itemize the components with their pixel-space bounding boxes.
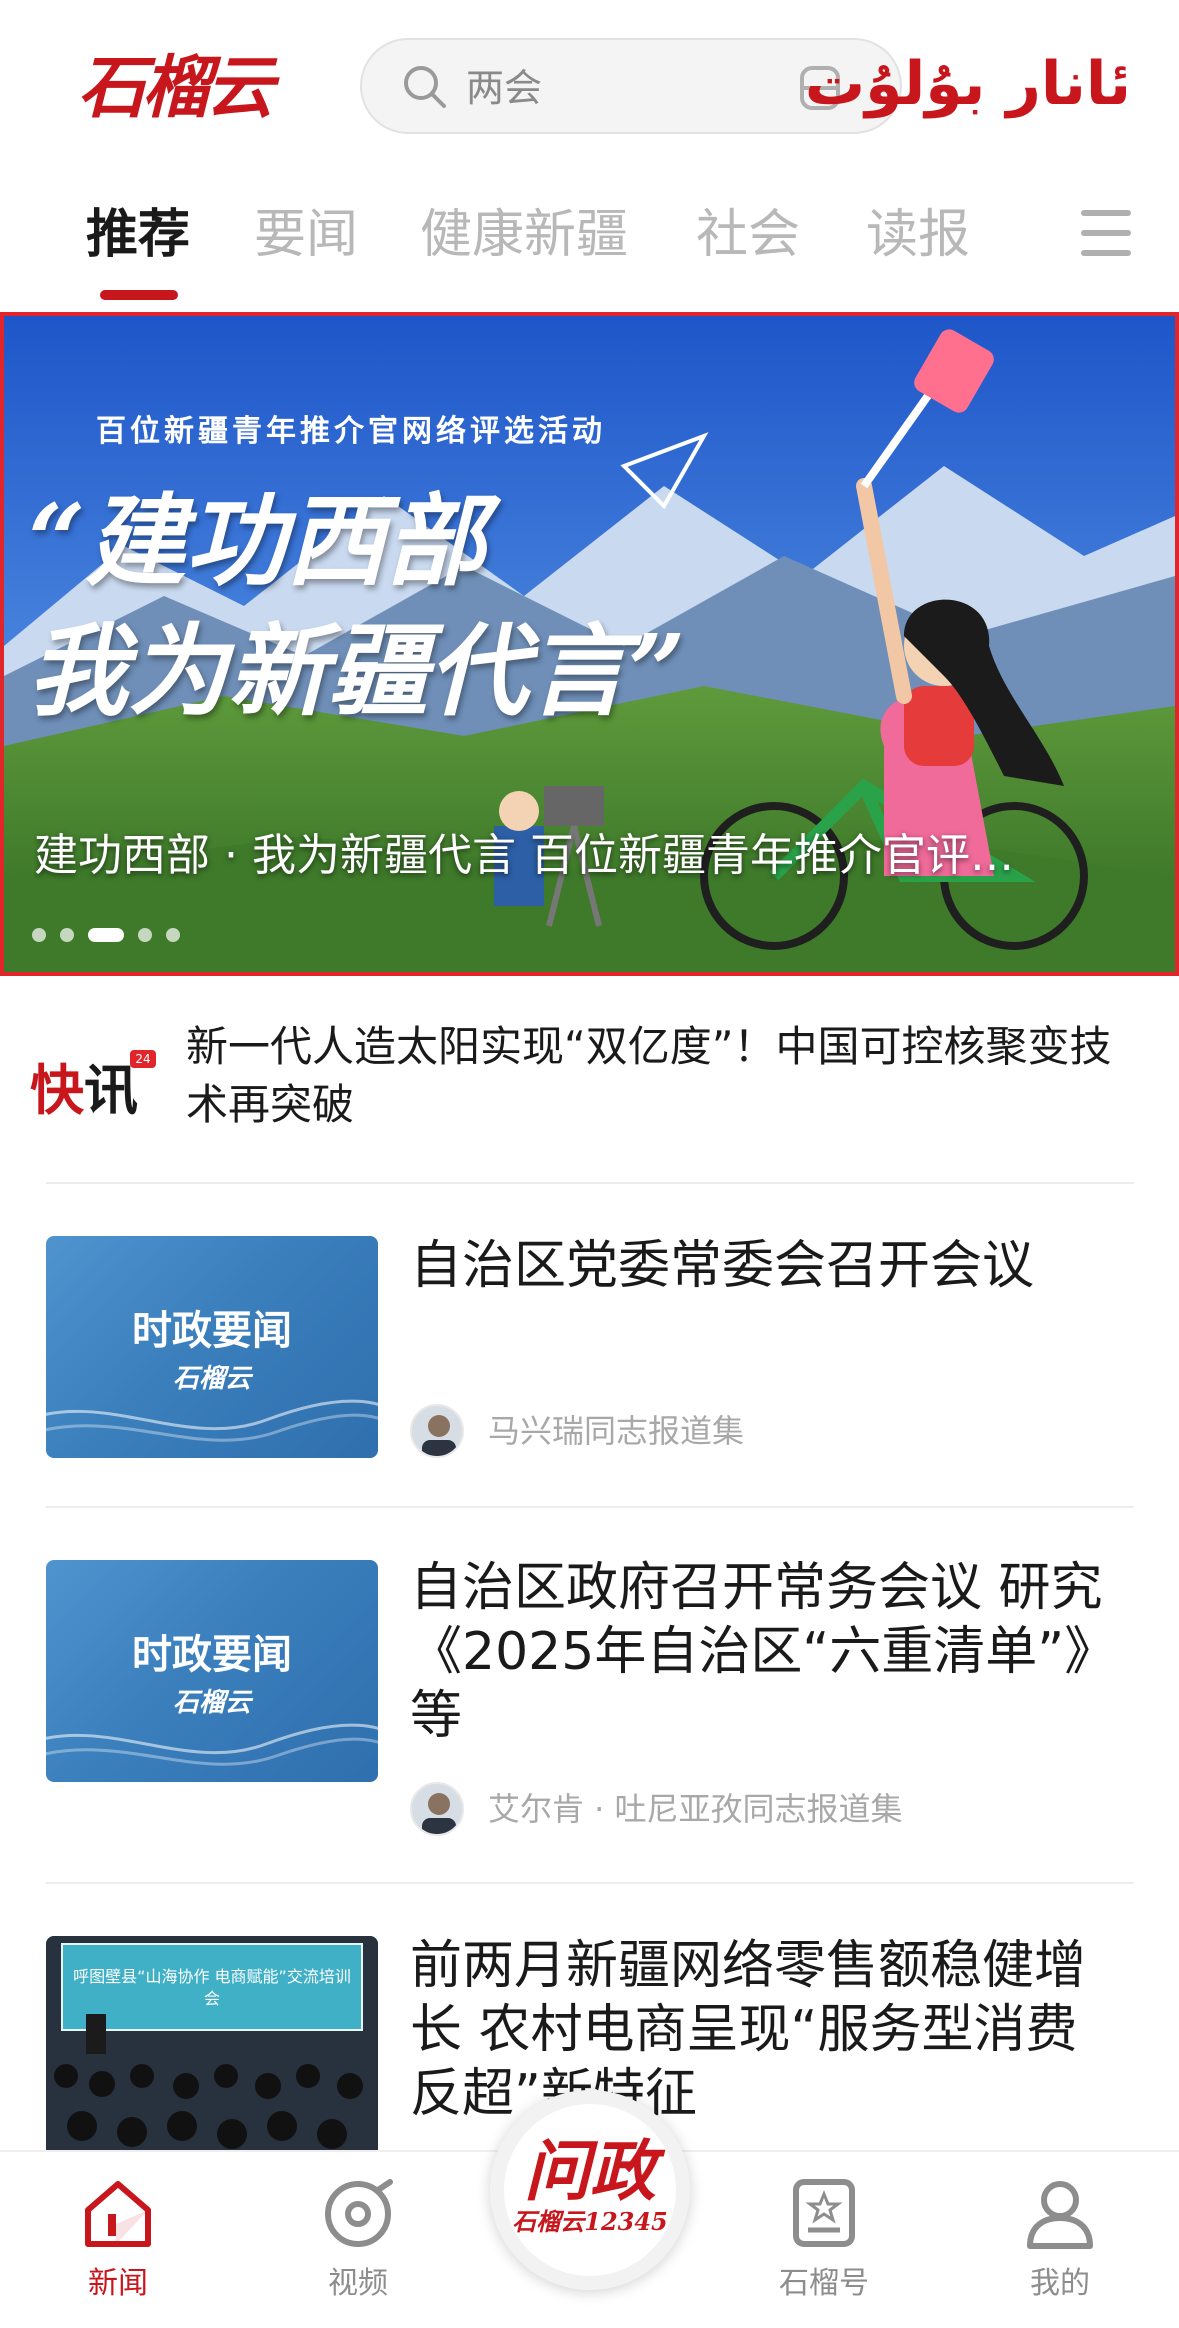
news-title[interactable]: 自治区党委常委会召开会议 (410, 1234, 1110, 1298)
nav-news[interactable]: 新闻 (48, 2162, 188, 2322)
uyghur-logo[interactable]: ئانار بۇلۇت (805, 34, 1131, 134)
avatar (410, 1782, 464, 1836)
app-logo-text: 石榴云 (78, 48, 274, 128)
channel-tabs: 推荐 要闻 健康新疆 社会 读报 (0, 180, 1179, 310)
nav-video[interactable]: 视频 (288, 2162, 428, 2322)
home-icon (85, 2181, 151, 2247)
channel-menu-icon[interactable] (1081, 202, 1139, 264)
thumbnail-title: 时政要闻 (132, 1631, 292, 1678)
tab-recommend[interactable]: 推荐 (86, 190, 190, 280)
thumbnail-title: 时政要闻 (132, 1307, 292, 1354)
thumbnail-logo: 石榴云 (172, 1364, 251, 1394)
video-icon (325, 2179, 393, 2247)
author-name: 马兴瑞同志报道集 (488, 1412, 745, 1450)
nav-shiliu-account[interactable]: 石榴号 (754, 2162, 894, 2322)
author-name: 艾尔肯 · 吐尼亚孜同志报道集 (488, 1790, 903, 1828)
thumbnail-logo: 石榴云 (172, 1688, 251, 1718)
active-tab-indicator (100, 290, 178, 300)
news-item[interactable]: 时政要闻 石榴云 自治区党委常委会召开会议 马兴瑞同志报道集 (0, 1210, 1179, 1500)
tab-newspaper[interactable]: 读报 (866, 190, 970, 280)
tab-society[interactable]: 社会 (696, 190, 800, 280)
nav-label: 视频 (328, 2266, 388, 2301)
news-thumbnail-photo: 呼图壁县“山海协作 电商赋能”交流培训会 (46, 1936, 378, 2158)
tab-headlines[interactable]: 要闻 (254, 190, 358, 280)
account-icon (793, 2179, 855, 2247)
center-button-title: 问政 (524, 2132, 656, 2210)
news-item[interactable]: 时政要闻 石榴云 自治区政府召开常务会议 研究《2025年自治区“六重清单”》等… (0, 1534, 1179, 1874)
news-thumbnail: 时政要闻 石榴云 (46, 1560, 378, 1782)
banner-headline-line2: 我为新疆代言” (28, 612, 686, 730)
tab-health-xinjiang[interactable]: 健康新疆 (420, 190, 628, 280)
search-placeholder: 两会 (466, 66, 543, 110)
news-title[interactable]: 自治区政府召开常务会议 研究《2025年自治区“六重清单”》等 (410, 1556, 1110, 1748)
center-button-subtitle: 石榴云12345 (512, 2207, 668, 2236)
avatar (410, 1404, 464, 1458)
carousel-dot[interactable] (138, 928, 152, 942)
user-icon (1027, 2181, 1093, 2249)
flash-label: 快讯 (30, 1059, 138, 1122)
flash-news[interactable]: 快讯 24 新一代人造太阳实现“双亿度”！中国可控核聚变技术再突破 (0, 976, 1179, 1186)
app-logo[interactable]: 石榴云 (78, 38, 278, 138)
carousel-dot[interactable] (32, 928, 46, 942)
nav-label: 我的 (1030, 2266, 1090, 2301)
app-header: 石榴云 两会 ئانار بۇلۇت (0, 0, 1179, 170)
nav-label: 石榴号 (779, 2266, 869, 2301)
photo-banner-text: 呼图壁县“山海协作 电商赋能”交流培训会 (73, 1967, 351, 2008)
nav-label: 新闻 (88, 2266, 148, 2301)
wenzheng-center-button[interactable]: 问政 石榴云12345 (490, 2090, 690, 2290)
search-icon (404, 66, 446, 108)
divider (46, 1182, 1134, 1184)
carousel-dot[interactable] (166, 928, 180, 942)
banner-carousel[interactable]: 百位新疆青年推介官网络评选活动 “建功西部 我为新疆代言” 建功西部 · 我为新… (0, 312, 1179, 976)
news-thumbnail: 时政要闻 石榴云 (46, 1236, 378, 1458)
nav-mine[interactable]: 我的 (990, 2162, 1130, 2322)
banner-headline-line1: “建功西部 (28, 482, 486, 600)
flash-badge: 24 (130, 1050, 156, 1068)
news-title[interactable]: 前两月新疆网络零售额稳健增长 农村电商呈现“服务型消费反超”新特征 (410, 1934, 1110, 2126)
banner-caption: 建功西部 · 我为新疆代言 百位新疆青年推介官评… (34, 830, 1014, 881)
banner-subtitle: 百位新疆青年推介官网络评选活动 (96, 414, 606, 449)
carousel-dot-active[interactable] (88, 928, 124, 942)
banner-headline: “建功西部 我为新疆代言” (28, 476, 686, 736)
flash-headline[interactable]: 新一代人造太阳实现“双亿度”！中国可控核聚变技术再突破 (186, 1018, 1126, 1134)
divider (46, 1506, 1134, 1508)
divider (46, 1882, 1134, 1884)
carousel-dot[interactable] (60, 928, 74, 942)
